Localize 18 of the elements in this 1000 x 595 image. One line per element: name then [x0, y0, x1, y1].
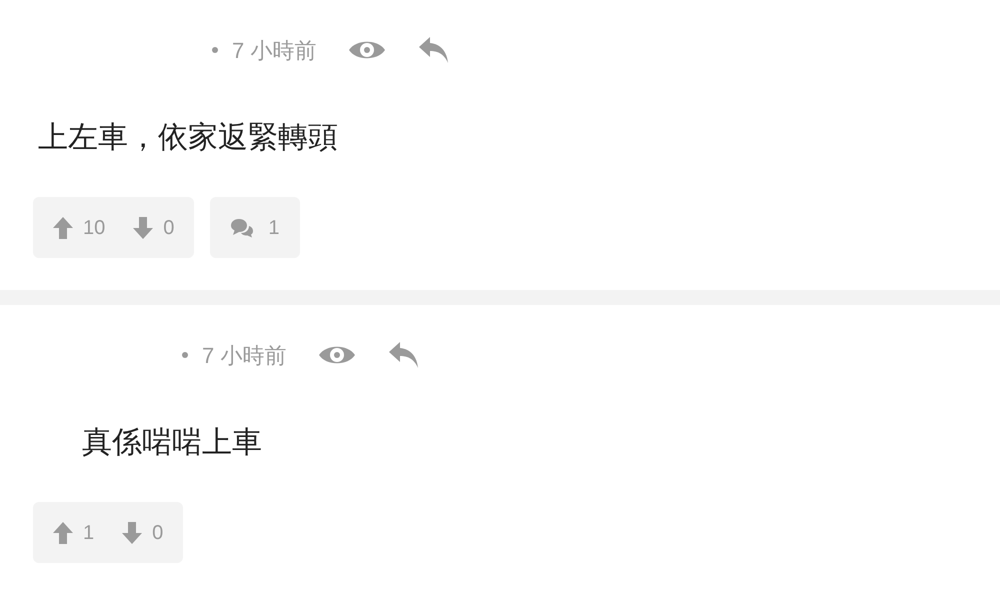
comment-text: 真係啱啱上車	[82, 424, 262, 460]
comment-text: 上左車，依家返緊轉頭	[38, 120, 338, 156]
reply-icon[interactable]	[418, 36, 450, 64]
downvote-icon	[122, 522, 142, 544]
downvote-button[interactable]: 0	[122, 518, 164, 548]
upvote-button[interactable]: 1	[53, 518, 94, 548]
upvote-icon	[53, 522, 73, 544]
upvote-icon	[53, 216, 73, 238]
bullet-icon	[182, 352, 188, 358]
downvote-button[interactable]: 0	[133, 212, 174, 242]
upvote-button[interactable]: 10	[53, 212, 106, 242]
bullet-icon	[212, 47, 218, 53]
comments-icon	[230, 218, 254, 238]
timestamp: 7 小時前	[232, 36, 316, 64]
reply-icon[interactable]	[388, 341, 420, 369]
downvote-icon	[133, 216, 154, 238]
timestamp: 7 小時前	[202, 342, 286, 370]
comments-button[interactable]: 1	[210, 197, 300, 258]
